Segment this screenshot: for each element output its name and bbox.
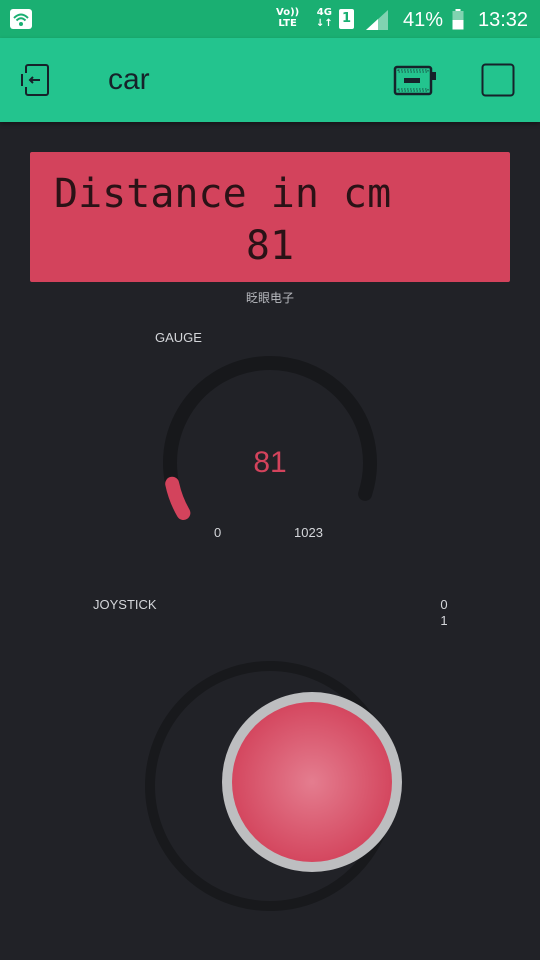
battery-icon: [452, 9, 464, 30]
joystick[interactable]: [140, 655, 420, 925]
volte-top: Vo)): [276, 7, 300, 18]
network-type: 4G ↓↑: [316, 7, 333, 29]
joystick-knob[interactable]: [232, 702, 392, 862]
volte-bottom: LTE: [278, 18, 297, 29]
gauge-label: GAUGE: [155, 330, 202, 345]
app-bar: car: [0, 38, 540, 122]
status-bar: Vo)) LTE 4G ↓↑ 1 41% 13:32: [0, 0, 540, 38]
lcd-line-1: Distance in cm: [54, 171, 392, 217]
gauge-value: 81: [253, 446, 287, 479]
volte-icon: Vo)) LTE: [276, 7, 299, 29]
play-icon[interactable]: [481, 63, 515, 97]
exit-icon[interactable]: [18, 62, 54, 98]
clock: 13:32: [478, 9, 529, 31]
joystick-y-value: 1: [440, 613, 448, 628]
gauge-fill: [165, 476, 191, 520]
network-label: 4G: [316, 7, 332, 18]
device-icon[interactable]: [393, 64, 437, 96]
gauge-min: 0: [214, 525, 222, 540]
battery-percent: 41%: [403, 9, 444, 31]
lcd-line-2: 81: [245, 223, 295, 269]
sim-icon: 1: [339, 9, 354, 29]
joystick-x-value: 0: [440, 597, 448, 612]
gauge-track: [163, 356, 377, 520]
lcd-label: 眨眼电子: [245, 291, 294, 305]
gauge-max: 1023: [294, 525, 323, 540]
page-title: car: [108, 63, 150, 96]
wifi-icon: [10, 9, 32, 29]
joystick-label: JOYSTICK: [93, 597, 157, 612]
signal-icon: [366, 10, 388, 30]
network-arrows: ↓↑: [316, 18, 333, 29]
